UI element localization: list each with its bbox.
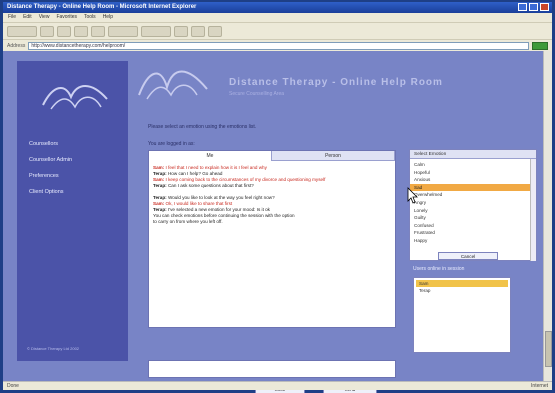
site-title: Distance Therapy - Online Help Room — [229, 77, 443, 88]
emotion-item[interactable]: Confused — [410, 222, 536, 230]
history-button[interactable] — [174, 25, 188, 37]
message-text: I've selected a new emotion for your moo… — [166, 207, 270, 212]
address-input[interactable]: http://www.distancetherapy.com/helproom/ — [28, 41, 529, 50]
menu-edit[interactable]: Edit — [23, 14, 32, 21]
stop-button[interactable] — [57, 25, 71, 37]
message-speaker: Sam: — [153, 177, 165, 182]
message-text: You can check emotions before continuing… — [153, 213, 295, 218]
message-text: Ok, I would like to share that first — [164, 201, 233, 206]
header-dove-icon — [138, 70, 208, 100]
message-speaker: Sam: — [153, 165, 165, 170]
refresh-button[interactable] — [74, 25, 88, 37]
emotion-item[interactable]: Hopeful — [410, 169, 536, 177]
message-speaker: Sam: — [153, 201, 165, 206]
message-text: Can I ask some questions about that firs… — [166, 183, 254, 188]
menu-tools[interactable]: Tools — [84, 14, 96, 21]
print-button[interactable] — [208, 25, 222, 37]
back-button[interactable] — [7, 25, 37, 37]
message-text: to carry on from where you left off. — [153, 219, 223, 224]
emotion-item[interactable]: Calm — [410, 161, 536, 169]
address-bar: Address http://www.distancetherapy.com/h… — [3, 39, 552, 51]
user-item[interactable]: Terap — [416, 287, 508, 294]
emotion-item[interactable]: Angry — [410, 199, 536, 207]
zone-text: Internet — [531, 383, 548, 389]
sidebar-item-preferences[interactable]: Preferences — [29, 173, 72, 179]
go-button[interactable] — [532, 41, 548, 50]
chat-transcript: Sam: I feel that I need to explain how i… — [149, 161, 395, 229]
mail-button[interactable] — [191, 25, 205, 37]
page-scrollbar[interactable] — [543, 51, 552, 381]
sidebar-footer: © Distance Therapy Ltd 2002 — [27, 346, 80, 351]
message-speaker: Terap: — [153, 195, 167, 200]
menu-favorites[interactable]: Favorites — [56, 14, 77, 21]
intro-text: Please select an emotion using the emoti… — [148, 124, 257, 130]
message-text: How can I help? Go ahead — [166, 171, 223, 176]
forward-button[interactable] — [40, 25, 54, 37]
emotion-item[interactable]: Anxious — [410, 176, 536, 184]
favorites-button[interactable] — [141, 25, 171, 37]
browser-toolbar — [3, 22, 552, 39]
maximize-button[interactable] — [529, 3, 538, 11]
status-text: Done — [7, 383, 19, 389]
emotions-panel: Select Emotion Calm Hopeful Anxious Sad Over… — [409, 149, 537, 261]
home-button[interactable] — [91, 25, 105, 37]
emotions-header: Select Emotion — [410, 150, 536, 159]
menu-view[interactable]: View — [39, 14, 50, 21]
window-title: Distance Therapy - Online Help Room - Mi… — [7, 4, 197, 10]
logged-in-text: You are logged in as: — [148, 141, 195, 147]
page-scroll-thumb[interactable] — [545, 331, 552, 367]
sidebar-item-client-options[interactable]: Client Options — [29, 189, 72, 195]
message-text: Would you like to look at the way you fe… — [166, 195, 275, 200]
message-speaker: Terap: — [153, 183, 167, 188]
menubar: File Edit View Favorites Tools Help — [3, 13, 552, 22]
window-controls — [518, 3, 549, 11]
emotion-item[interactable]: Guilty — [410, 214, 536, 222]
emotion-item[interactable]: Happy — [410, 237, 536, 245]
dove-logo-icon — [42, 85, 108, 110]
close-button[interactable] — [540, 3, 549, 11]
window-titlebar: Distance Therapy - Online Help Room - Mi… — [3, 2, 552, 13]
sidebar: Counsellors Counsellor Admin Preferences Cl… — [17, 61, 128, 361]
menu-help[interactable]: Help — [103, 14, 113, 21]
menu-file[interactable]: File — [8, 14, 16, 21]
sidebar-nav: Counsellors Counsellor Admin Preferences Cl… — [29, 141, 72, 195]
message-speaker: Terap: — [153, 207, 167, 212]
chat-message: to carry on from where you left off. — [153, 219, 391, 225]
user-item[interactable]: Sam — [416, 280, 508, 287]
users-list: Sam Terap — [413, 277, 511, 353]
tab-person[interactable]: Person — [272, 151, 395, 161]
address-label: Address — [7, 42, 26, 49]
emotions-list: Calm Hopeful Anxious Sad Overwhelmed Angry Lon… — [410, 159, 536, 247]
emotions-scrollbar[interactable] — [530, 159, 536, 261]
emotion-item[interactable]: Sad — [410, 183, 536, 192]
chat-panel: Me Person Sam: I feel that I need to expl… — [148, 150, 396, 328]
message-text: I keep coming back to the circumstances … — [164, 177, 326, 182]
site-subtitle: Secure Counselling Area — [229, 91, 285, 97]
minimize-button[interactable] — [518, 3, 527, 11]
message-text: I feel that I need to explain how it is … — [164, 165, 267, 170]
emotion-item[interactable]: Overwhelmed — [410, 191, 536, 199]
message-input[interactable] — [148, 360, 396, 378]
status-bar: Done Internet — [3, 381, 552, 390]
web-page: Counsellors Counsellor Admin Preferences Cl… — [3, 51, 543, 393]
mouse-cursor-icon — [407, 187, 418, 204]
message-speaker: Terap: — [153, 171, 167, 176]
sidebar-item-counsellor-admin[interactable]: Counsellor Admin — [29, 157, 72, 163]
chat-tabs: Me Person — [149, 151, 395, 161]
emotions-cancel-button[interactable]: Cancel — [438, 252, 498, 260]
emotion-item[interactable]: Frustrated — [410, 229, 536, 237]
emotion-item[interactable]: Lonely — [410, 207, 536, 215]
sidebar-item-counsellors[interactable]: Counsellors — [29, 141, 72, 147]
tab-me[interactable]: Me — [149, 151, 272, 161]
users-label: Users online in session — [413, 266, 465, 272]
search-button[interactable] — [108, 25, 138, 37]
